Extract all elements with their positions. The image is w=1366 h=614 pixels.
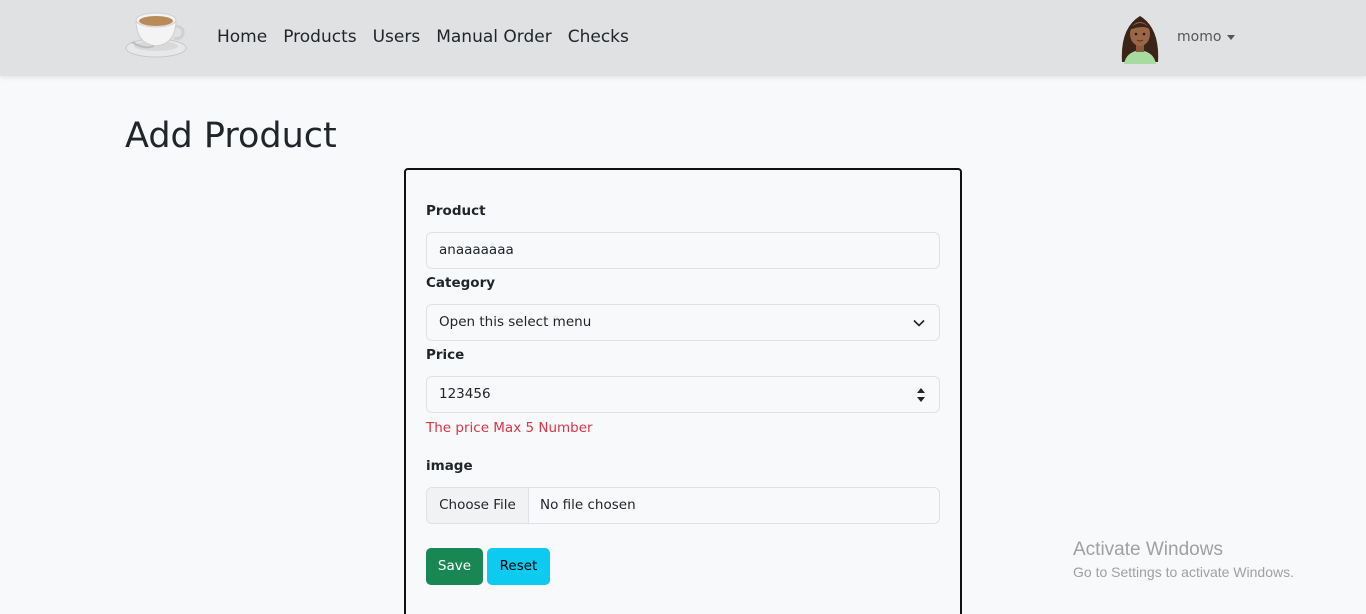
reset-button[interactable]: Reset bbox=[487, 548, 550, 585]
category-label: Category bbox=[426, 275, 496, 291]
add-product-form: Product anaaaaaaa Category Open this sel… bbox=[404, 168, 962, 614]
coffee-cup-icon[interactable] bbox=[124, 6, 188, 60]
main-nav: Home Products Users Manual Order Checks bbox=[217, 26, 645, 48]
price-value: 123456 bbox=[439, 386, 491, 402]
nav-manual-order[interactable]: Manual Order bbox=[436, 26, 552, 48]
image-file-input[interactable]: Choose File No file chosen bbox=[426, 487, 940, 524]
nav-users[interactable]: Users bbox=[373, 26, 421, 48]
product-label: Product bbox=[426, 203, 486, 219]
nav-products[interactable]: Products bbox=[283, 26, 356, 48]
file-status: No file chosen bbox=[540, 497, 636, 513]
navbar: Home Products Users Manual Order Checks … bbox=[0, 0, 1366, 76]
page-title: Add Product bbox=[125, 116, 337, 156]
category-select[interactable]: Open this select menu bbox=[426, 304, 940, 341]
nav-home[interactable]: Home bbox=[217, 26, 267, 48]
category-selected: Open this select menu bbox=[439, 314, 592, 330]
watermark-subtitle: Go to Settings to activate Windows. bbox=[1073, 564, 1294, 580]
save-button[interactable]: Save bbox=[426, 548, 483, 585]
user-menu[interactable]: momo bbox=[1114, 10, 1236, 64]
number-spinner-icon[interactable] bbox=[915, 385, 927, 405]
chevron-down-icon bbox=[913, 319, 925, 327]
price-label: Price bbox=[426, 347, 465, 363]
price-error: The price Max 5 Number bbox=[426, 420, 593, 436]
caret-down-icon[interactable] bbox=[1227, 34, 1236, 40]
user-name[interactable]: momo bbox=[1177, 29, 1221, 45]
choose-file-button[interactable]: Choose File bbox=[427, 488, 529, 523]
user-avatar[interactable] bbox=[1114, 10, 1166, 64]
image-label: image bbox=[426, 458, 473, 474]
watermark-title: Activate Windows bbox=[1073, 539, 1223, 560]
price-input[interactable]: 123456 bbox=[426, 376, 940, 413]
nav-checks[interactable]: Checks bbox=[568, 26, 629, 48]
product-input[interactable]: anaaaaaaa bbox=[426, 232, 940, 269]
